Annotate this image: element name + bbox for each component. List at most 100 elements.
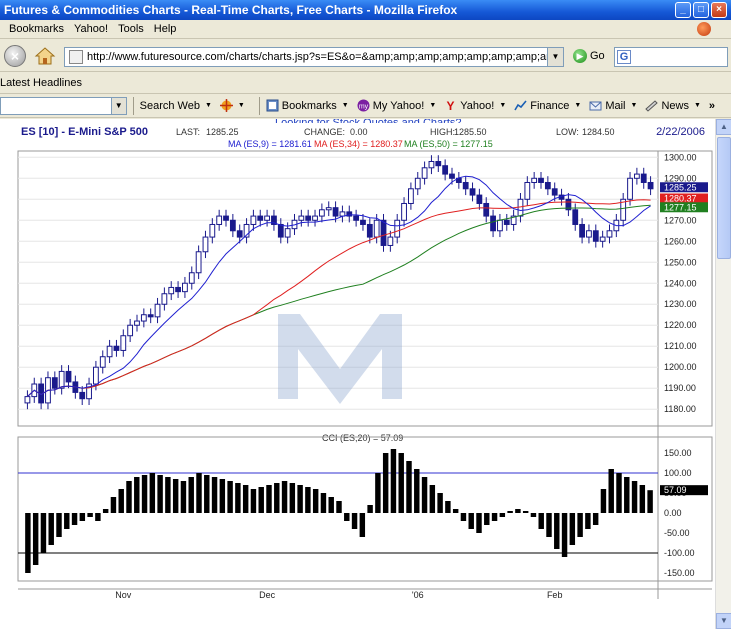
cci-bar bbox=[25, 513, 31, 573]
url-text[interactable]: http://www.futuresource.com/charts/chart… bbox=[87, 51, 547, 63]
cci-tick-label: 100.00 bbox=[664, 468, 692, 478]
candle-body bbox=[127, 324, 134, 337]
last-value: 1285.25 bbox=[206, 127, 239, 137]
candle-body bbox=[380, 219, 387, 246]
yahoo-search-input[interactable]: ▼ bbox=[0, 96, 127, 115]
candle-body bbox=[51, 377, 58, 389]
url-dropdown-icon[interactable]: ▼ bbox=[547, 48, 563, 66]
latest-headlines-link[interactable]: Latest Headlines bbox=[0, 77, 82, 89]
candle-body bbox=[544, 181, 551, 190]
cci-tick-label: -150.00 bbox=[664, 568, 695, 578]
cci-bar bbox=[281, 481, 288, 513]
cci-bar bbox=[165, 477, 171, 513]
candle-body bbox=[503, 219, 510, 225]
candle-body bbox=[168, 286, 175, 295]
yahoo-button[interactable]: Y Yahoo! ▼ bbox=[444, 99, 507, 112]
cci-bar bbox=[608, 469, 614, 513]
cci-bar bbox=[32, 513, 39, 565]
cci-bar bbox=[258, 487, 264, 513]
chevron-down-icon[interactable]: ▼ bbox=[110, 97, 126, 114]
news-button[interactable]: News ▼ bbox=[645, 99, 701, 112]
cci-bar bbox=[312, 489, 319, 513]
last-label: LAST: bbox=[176, 127, 200, 137]
cci-bar bbox=[102, 509, 109, 513]
search-engine-box[interactable]: G bbox=[614, 47, 728, 67]
url-bar[interactable]: http://www.futuresource.com/charts/chart… bbox=[64, 47, 564, 67]
bookmarks-button[interactable]: Bookmarks ▼ bbox=[266, 99, 349, 112]
cci-bar bbox=[476, 513, 482, 533]
cci-bar bbox=[546, 513, 552, 537]
cci-bar bbox=[367, 505, 373, 513]
toolbar-overflow-button[interactable]: » bbox=[709, 100, 715, 112]
my-yahoo-button[interactable]: my My Yahoo! ▼ bbox=[357, 99, 436, 112]
cci-bar bbox=[437, 493, 443, 513]
candle-body bbox=[408, 188, 414, 204]
bookmarks-icon bbox=[266, 99, 279, 112]
go-button[interactable]: ▶ Go bbox=[573, 49, 605, 63]
cci-bar bbox=[616, 473, 622, 513]
chart-date: 2/22/2006 bbox=[656, 126, 705, 138]
candle-body bbox=[627, 177, 633, 200]
highlight-button[interactable]: ▼ bbox=[219, 99, 245, 112]
price-tick-label: 1200.00 bbox=[664, 362, 697, 372]
cci-bar bbox=[647, 490, 653, 513]
mail-button[interactable]: Mail ▼ bbox=[589, 99, 637, 112]
menu-yahoo[interactable]: Yahoo! bbox=[69, 20, 113, 39]
price-tick-label: 1260.00 bbox=[664, 236, 697, 246]
cci-bar bbox=[188, 477, 194, 513]
yahoo-y-icon: Y bbox=[447, 99, 455, 112]
google-icon[interactable]: G bbox=[617, 50, 631, 64]
cci-bar bbox=[336, 501, 342, 513]
cci-tick-label: -100.00 bbox=[664, 548, 695, 558]
stop-icon[interactable]: × bbox=[4, 45, 26, 67]
cci-bar bbox=[585, 513, 591, 529]
candle-body bbox=[538, 177, 544, 183]
cci-bar bbox=[624, 477, 630, 513]
finance-label: Finance bbox=[530, 99, 570, 112]
vertical-scrollbar[interactable]: ▲ ▼ bbox=[715, 119, 731, 629]
candle-body bbox=[209, 223, 216, 238]
menu-bookmarks[interactable]: Bookmarks bbox=[4, 20, 69, 39]
menu-tools[interactable]: Tools bbox=[113, 20, 149, 39]
candle-body bbox=[175, 286, 181, 293]
scroll-down-icon[interactable]: ▼ bbox=[716, 613, 731, 629]
cci-bar bbox=[382, 453, 389, 513]
chevron-right-icon: » bbox=[708, 99, 716, 112]
scrollbar-thumb[interactable] bbox=[717, 137, 731, 259]
finance-chart-icon bbox=[514, 100, 527, 111]
price-tag-label: 1277.15 bbox=[664, 202, 697, 212]
candle-body bbox=[353, 215, 360, 221]
price-tag-label: 1285.25 bbox=[664, 182, 697, 192]
toolbar-divider bbox=[132, 96, 134, 115]
candle-body bbox=[58, 370, 65, 389]
candle-body bbox=[579, 223, 585, 238]
cci-bar bbox=[577, 513, 583, 537]
cci-bar bbox=[445, 501, 451, 513]
yahoo-toolbar: ▼ Search Web ▼ ▼ Bookmarks ▼ my My Yahoo! ▼… bbox=[0, 94, 731, 118]
search-web-button[interactable]: Search Web ▼ bbox=[140, 100, 212, 112]
price-tick-label: 1210.00 bbox=[664, 341, 697, 351]
cci-bar bbox=[406, 461, 412, 513]
price-tick-label: 1180.00 bbox=[664, 404, 696, 414]
menu-help[interactable]: Help bbox=[149, 20, 182, 39]
bookmarks-toolbar: Latest Headlines bbox=[0, 73, 731, 94]
cci-bar bbox=[499, 513, 506, 517]
price-tick-label: 1270.00 bbox=[664, 215, 697, 225]
candle-body bbox=[606, 230, 613, 238]
candle-body bbox=[284, 228, 291, 238]
close-button[interactable]: × bbox=[711, 2, 727, 18]
maximize-button[interactable]: □ bbox=[693, 2, 709, 18]
minimize-button[interactable]: _ bbox=[675, 2, 691, 18]
change-label: CHANGE: bbox=[304, 127, 345, 137]
cci-bar bbox=[235, 483, 241, 513]
candle-body bbox=[599, 236, 606, 242]
candle-body bbox=[394, 219, 401, 238]
finance-button[interactable]: Finance ▼ bbox=[514, 99, 581, 112]
ma9-label: MA (ES,9) = 1281.61 bbox=[228, 139, 312, 149]
mail-label: Mail bbox=[605, 99, 626, 112]
candle-body bbox=[202, 236, 209, 253]
scroll-up-icon[interactable]: ▲ bbox=[716, 119, 731, 135]
candle-body bbox=[524, 181, 531, 200]
home-icon[interactable] bbox=[34, 46, 56, 66]
cci-bar bbox=[56, 513, 62, 537]
